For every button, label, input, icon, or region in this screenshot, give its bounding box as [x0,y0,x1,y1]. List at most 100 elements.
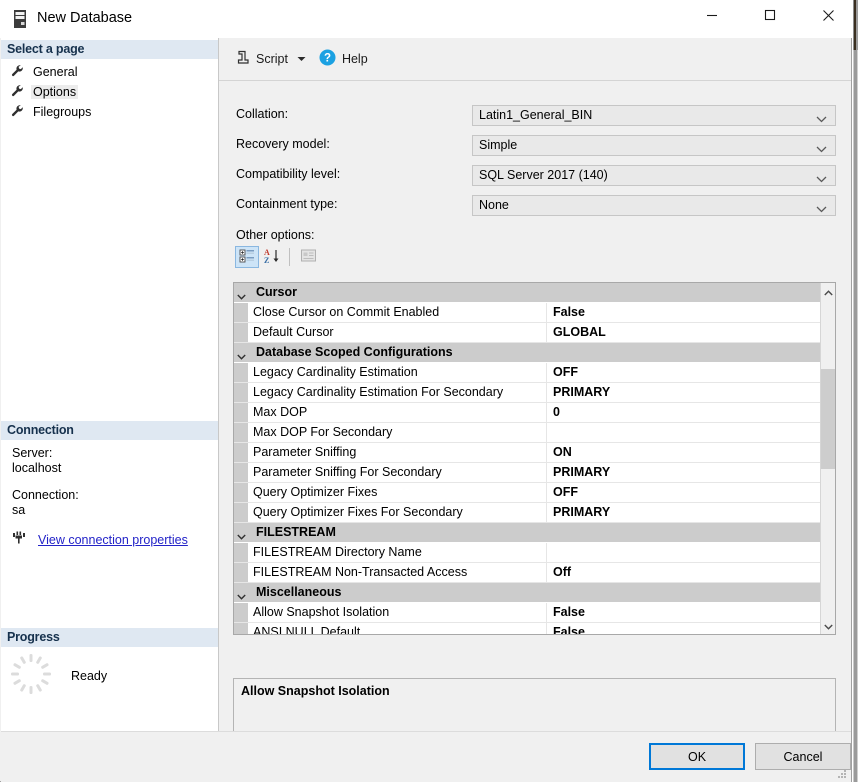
property-row[interactable]: Legacy Cardinality Estimation OFF [234,363,820,383]
scroll-down-button[interactable] [821,617,835,634]
property-name: Close Cursor on Commit Enabled [253,305,440,319]
new-database-dialog: New Database Select a page General Optio… [0,0,852,782]
property-name: FILESTREAM Directory Name [253,545,422,559]
property-value[interactable]: OFF [553,485,578,499]
chevron-down-icon[interactable] [237,289,246,303]
chevron-down-icon [823,619,833,633]
property-row[interactable]: Query Optimizer Fixes For Secondary PRIMA… [234,503,820,523]
maximize-icon [764,9,776,21]
chevron-down-icon[interactable] [237,349,246,363]
chevron-down-icon [816,142,827,156]
chevron-down-icon[interactable] [237,529,246,543]
scrollbar-thumb[interactable] [821,369,835,469]
property-value[interactable]: PRIMARY [553,505,610,519]
chevron-up-icon [823,285,833,299]
dialog-footer: OK Cancel [1,731,851,782]
server-icon [9,8,31,30]
property-row[interactable]: Max DOP For Secondary [234,423,820,443]
property-row[interactable]: Close Cursor on Commit Enabled False [234,303,820,323]
property-row[interactable]: Query Optimizer Fixes OFF [234,483,820,503]
property-value[interactable]: ON [553,445,572,459]
property-category-row[interactable]: Miscellaneous [234,583,820,603]
script-dropdown-button[interactable] [292,45,315,73]
minimize-button[interactable] [689,0,735,30]
compatibility-level-label: Compatibility level: [236,167,341,181]
property-category-row[interactable]: Database Scoped Configurations [234,343,820,363]
sidebar-item-general[interactable]: General [11,62,84,81]
window-title: New Database [37,10,133,26]
property-row[interactable]: Allow Snapshot Isolation False [234,603,820,623]
property-category-row[interactable]: Cursor [234,283,820,303]
maximize-button[interactable] [747,0,793,30]
containment-type-dropdown[interactable]: None [472,195,836,216]
property-value[interactable]: OFF [553,365,578,379]
property-pages-button[interactable] [296,246,320,268]
containment-type-row: Containment type: None [219,195,851,217]
property-row[interactable]: Default Cursor GLOBAL [234,323,820,343]
server-value: localhost [12,461,62,475]
property-name: ANSI NULL Default [253,625,361,634]
property-column-divider [546,563,547,583]
property-row[interactable]: FILESTREAM Directory Name [234,543,820,563]
property-grid-scrollbar[interactable] [820,283,835,634]
property-category-row[interactable]: FILESTREAM [234,523,820,543]
property-page-icon [300,248,317,266]
sidebar-item-options-label: Options [31,84,79,99]
collation-value: Latin1_General_BIN [479,108,593,122]
scroll-up-button[interactable] [821,283,835,300]
containment-type-value: None [479,198,509,212]
alphabetical-sort-button[interactable]: A Z [259,246,283,268]
close-button[interactable] [805,0,851,30]
property-row[interactable]: FILESTREAM Non-Transacted Access Off [234,563,820,583]
property-value[interactable]: 0 [553,405,560,419]
property-column-divider [546,503,547,523]
property-value[interactable]: PRIMARY [553,465,610,479]
recovery-model-dropdown[interactable]: Simple [472,135,836,156]
property-column-divider [546,423,547,443]
property-category-name: FILESTREAM [256,525,336,539]
view-connection-properties-row[interactable]: View connection properties [12,531,188,548]
property-category-name: Cursor [256,285,297,299]
ok-button[interactable]: OK [649,743,745,770]
help-button[interactable]: ? Help [315,45,372,73]
script-button[interactable]: Script [231,45,292,73]
sidebar-item-filegroups[interactable]: Filegroups [11,102,98,121]
property-row[interactable]: Parameter Sniffing For Secondary PRIMARY [234,463,820,483]
property-value[interactable]: GLOBAL [553,325,606,339]
property-column-divider [546,603,547,623]
compatibility-level-dropdown[interactable]: SQL Server 2017 (140) [472,165,836,186]
property-column-divider [546,383,547,403]
view-connection-properties-link[interactable]: View connection properties [38,533,188,547]
property-name: Parameter Sniffing [253,445,357,459]
property-value[interactable]: False [553,625,585,634]
property-value[interactable]: False [553,305,585,319]
property-value[interactable]: Off [553,565,571,579]
chevron-down-icon[interactable] [237,589,246,603]
select-page-header: Select a page [1,40,218,59]
categorized-view-button[interactable] [235,246,259,268]
collation-dropdown[interactable]: Latin1_General_BIN [472,105,836,126]
property-row[interactable]: Legacy Cardinality Estimation For Second… [234,383,820,403]
property-name: Parameter Sniffing For Secondary [253,465,442,479]
minimize-icon [706,9,718,21]
property-row[interactable]: ANSI NULL Default False [234,623,820,634]
collation-row: Collation: Latin1_General_BIN [219,105,851,127]
resize-grip[interactable] [836,768,848,780]
property-value[interactable]: False [553,605,585,619]
wrench-icon [11,104,24,120]
property-column-divider [546,323,547,343]
sidebar-item-options[interactable]: Options [11,82,83,101]
script-label: Script [256,52,288,66]
property-row[interactable]: Max DOP 0 [234,403,820,423]
chevron-down-icon [296,52,307,66]
property-grid[interactable]: Cursor Close Cursor on Commit Enabled Fals… [233,282,836,635]
compatibility-level-row: Compatibility level: SQL Server 2017 (14… [219,165,851,187]
progress-row: Ready [9,652,107,699]
sidebar-item-filegroups-label: Filegroups [33,104,92,119]
cancel-button[interactable]: Cancel [755,743,851,770]
categorized-icon [239,248,255,267]
property-value[interactable]: PRIMARY [553,385,610,399]
chevron-down-icon [816,202,827,216]
property-row[interactable]: Parameter Sniffing ON [234,443,820,463]
edge-bar-bottom [853,50,858,782]
